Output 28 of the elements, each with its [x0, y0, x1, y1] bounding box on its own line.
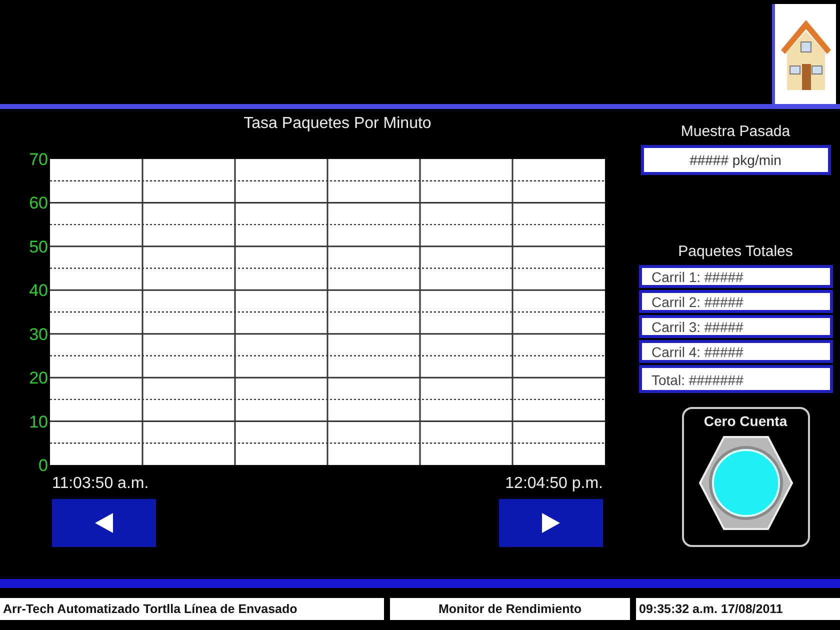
totals-label: Paquetes Totales [678, 243, 793, 260]
total-row: Carril 4: ##### [638, 340, 832, 363]
y-tick-label: 40 [29, 281, 48, 300]
last-sample-label: Muestra Pasada [680, 123, 790, 140]
y-tick-label: 60 [29, 194, 48, 213]
last-sample-value: ##### pkg/min [640, 145, 830, 175]
status-cell: Monitor de Rendimiento [390, 598, 630, 620]
chart-title: Tasa Paquetes Por Minuto [242, 114, 432, 134]
home-button[interactable] [772, 4, 836, 104]
total-row: Total: ####### [638, 365, 832, 393]
left-arrow-icon [93, 512, 115, 534]
y-tick-label: 10 [29, 412, 48, 432]
reset-count-button[interactable]: Cero Cuenta [682, 407, 810, 547]
y-tick-label: 70 [29, 153, 48, 169]
total-row: Carril 3: ##### [638, 315, 832, 338]
total-row: Carril 1: ##### [638, 265, 832, 288]
y-tick-label: 30 [29, 324, 48, 344]
previous-button[interactable] [52, 499, 156, 547]
next-button[interactable] [499, 499, 603, 547]
right-arrow-icon [540, 512, 562, 534]
y-tick-label: 20 [29, 368, 48, 388]
y-tick-label: 0 [38, 456, 48, 471]
status-cell: 09:35:32 a.m. 17/08/2011 [636, 598, 840, 620]
total-row: Carril 2: ##### [638, 290, 832, 313]
x-tick-label: 12:04:50 p.m. [505, 475, 603, 493]
y-tick-label: 50 [29, 237, 48, 256]
status-cell: Arr-Tech Automatizado Tortlla Línea de Envasado [0, 598, 384, 620]
x-tick-label: 11:03:50 a.m. [52, 475, 149, 493]
